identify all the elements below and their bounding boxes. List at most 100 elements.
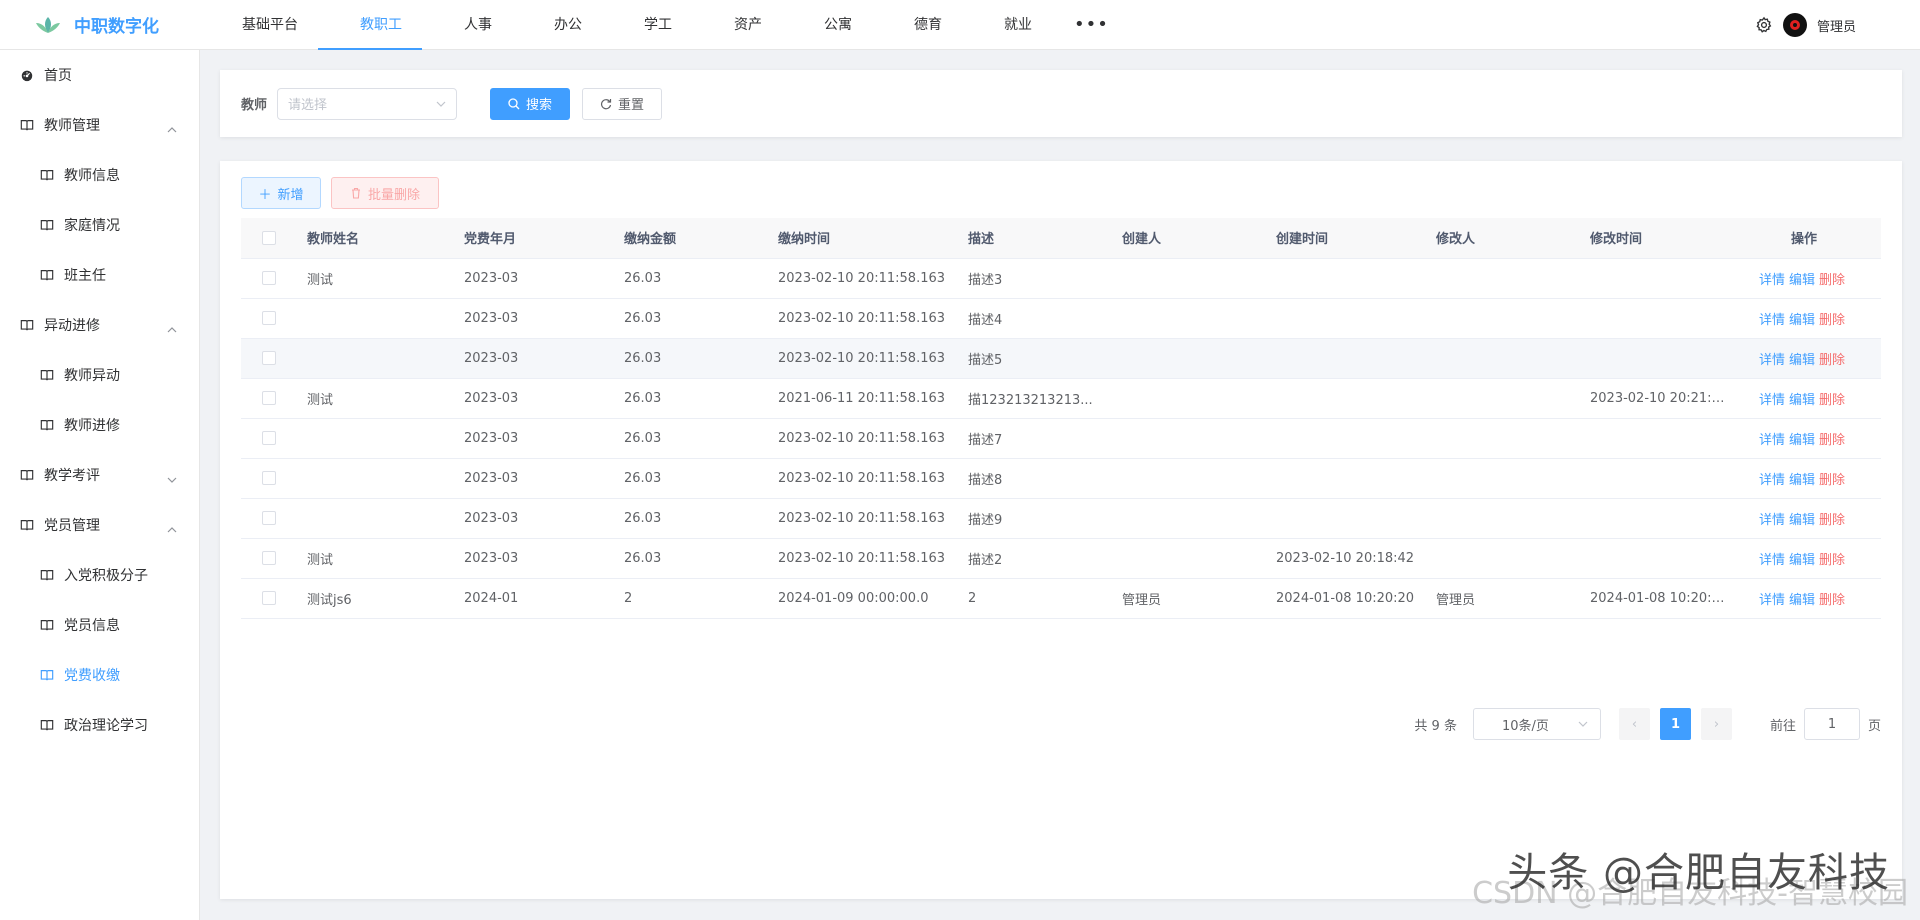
table-row[interactable]: 测试js6 2024-01 2 2024-01-09 00:00:00.0 2 管理员 20…: [241, 578, 1881, 619]
sidebar-group-label: 教学考评: [44, 468, 100, 484]
row-actions: 详情 编辑 删除: [1727, 338, 1881, 379]
table-row[interactable]: 测试 2023-03 26.03 2021-06-11 20:11:58.163 描12…: [241, 378, 1881, 419]
sidebar-item-3-3[interactable]: 政治理论学习: [0, 700, 199, 750]
edit-link[interactable]: 编辑: [1789, 513, 1815, 528]
table-cell: [1426, 458, 1580, 499]
sidebar-item-0-1[interactable]: 家庭情况: [0, 200, 199, 250]
delete-link[interactable]: 删除: [1819, 513, 1845, 528]
edit-link[interactable]: 编辑: [1789, 553, 1815, 568]
delete-link[interactable]: 删除: [1819, 353, 1845, 368]
table-row[interactable]: 2023-03 26.03 2023-02-10 20:11:58.163 描述7 详情…: [241, 418, 1881, 459]
page-size-select[interactable]: 10条/页: [1472, 708, 1601, 740]
topnav-item-3[interactable]: 办公: [512, 0, 602, 50]
topnav-item-0[interactable]: 基础平台: [200, 0, 318, 50]
detail-link[interactable]: 详情: [1759, 593, 1785, 608]
avatar[interactable]: [1782, 13, 1807, 37]
briefcase-icon: [982, 16, 997, 31]
gear-icon[interactable]: [1755, 16, 1773, 34]
detail-link[interactable]: 详情: [1759, 273, 1785, 288]
pagination: 共 9 条 10条/页 ‹ 1 › 前往 1 页: [1414, 708, 1881, 740]
select-all-checkbox[interactable]: [262, 230, 276, 245]
sidebar-item-0-2[interactable]: 班主任: [0, 250, 199, 300]
sidebar-item-1-1[interactable]: 教师进修: [0, 400, 199, 450]
more-icon[interactable]: •••: [1052, 0, 1131, 50]
username[interactable]: 管理员: [1817, 16, 1856, 35]
topnav-item-7[interactable]: 德育: [872, 0, 962, 50]
row-checkbox[interactable]: [262, 391, 276, 405]
book-icon: [40, 220, 54, 231]
sidebar-item-home[interactable]: 首页: [0, 50, 199, 100]
watermark: 头条 @合肥自友科技: [1507, 850, 1890, 896]
sidebar-item-1-0[interactable]: 教师异动: [0, 350, 199, 400]
topnav-item-6[interactable]: 公寓: [782, 0, 872, 50]
table-row[interactable]: 2023-03 26.03 2023-02-10 20:11:58.163 描述4 详情…: [241, 298, 1881, 339]
edit-link[interactable]: 编辑: [1789, 353, 1815, 368]
topnav-item-2[interactable]: 人事: [422, 0, 512, 50]
sidebar-item-3-2[interactable]: 党费收缴: [0, 650, 199, 700]
add-button[interactable]: ＋ 新增: [241, 177, 321, 209]
row-checkbox[interactable]: [262, 551, 276, 565]
table-cell: [1580, 338, 1727, 379]
sidebar-group-2[interactable]: 教学考评: [0, 450, 199, 500]
detail-link[interactable]: 详情: [1759, 513, 1785, 528]
goto-page-input[interactable]: 1: [1803, 708, 1860, 740]
detail-link[interactable]: 详情: [1759, 553, 1785, 568]
table-row[interactable]: 测试 2023-03 26.03 2023-02-10 20:11:58.163 描述2…: [241, 538, 1881, 579]
edit-link[interactable]: 编辑: [1789, 313, 1815, 328]
sidebar-group-1[interactable]: 异动进修: [0, 300, 199, 350]
edit-link[interactable]: 编辑: [1789, 433, 1815, 448]
delete-link[interactable]: 删除: [1819, 433, 1845, 448]
row-checkbox[interactable]: [262, 271, 276, 285]
prev-page-button[interactable]: ‹: [1618, 708, 1650, 740]
search-button[interactable]: 搜索: [490, 87, 571, 120]
row-checkbox[interactable]: [262, 591, 276, 605]
topnav-item-5[interactable]: 资产: [692, 0, 782, 50]
detail-link[interactable]: 详情: [1759, 433, 1785, 448]
table-card: ＋ 新增 批量删除 教师姓名 党费年月 缴纳金额 缴纳时间 描述 创建人 创建时间 修改人 修改…: [220, 161, 1902, 899]
sidebar-group-3[interactable]: 党员管理: [0, 500, 199, 550]
sidebar-item-3-0[interactable]: 入党积极分子: [0, 550, 199, 600]
logo[interactable]: 中职数字化: [0, 0, 200, 50]
topnav-item-4[interactable]: 学工: [602, 0, 692, 50]
table-row[interactable]: 2023-03 26.03 2023-02-10 20:11:58.163 描述8 详情…: [241, 458, 1881, 499]
detail-link[interactable]: 详情: [1759, 313, 1785, 328]
topnav-item-8[interactable]: 就业: [962, 0, 1052, 50]
table-cell: [1112, 298, 1266, 339]
sidebar-item-0-0[interactable]: 教师信息: [0, 150, 199, 200]
table-cell: [297, 338, 454, 379]
topnav-item-1[interactable]: 教职工: [318, 0, 422, 50]
row-checkbox[interactable]: [262, 471, 276, 485]
edit-link[interactable]: 编辑: [1789, 393, 1815, 408]
sidebar-group-0[interactable]: 教师管理: [0, 100, 199, 150]
delete-link[interactable]: 删除: [1819, 553, 1845, 568]
delete-link[interactable]: 删除: [1819, 593, 1845, 608]
next-page-button[interactable]: ›: [1700, 708, 1732, 740]
delete-link[interactable]: 删除: [1819, 273, 1845, 288]
row-checkbox[interactable]: [262, 351, 276, 365]
row-checkbox[interactable]: [262, 511, 276, 525]
table-cell: [1426, 338, 1580, 379]
tree-icon: [712, 16, 727, 31]
detail-link[interactable]: 详情: [1759, 353, 1785, 368]
table-row[interactable]: 测试 2023-03 26.03 2023-02-10 20:11:58.163 描述3…: [241, 258, 1881, 299]
edit-link[interactable]: 编辑: [1789, 273, 1815, 288]
detail-link[interactable]: 详情: [1759, 473, 1785, 488]
table-cell: 2023-02-10 20:11:58.163: [768, 538, 958, 579]
table-row[interactable]: 2023-03 26.03 2023-02-10 20:11:58.163 描述9 详情…: [241, 498, 1881, 539]
delete-link[interactable]: 删除: [1819, 313, 1845, 328]
table-row[interactable]: 2023-03 26.03 2023-02-10 20:11:58.163 描述5 详情…: [241, 338, 1881, 379]
detail-link[interactable]: 详情: [1759, 393, 1785, 408]
reset-button[interactable]: 重置: [582, 87, 663, 120]
delete-link[interactable]: 删除: [1819, 393, 1845, 408]
row-checkbox[interactable]: [262, 311, 276, 325]
sidebar-item-3-1[interactable]: 党员信息: [0, 600, 199, 650]
delete-link[interactable]: 删除: [1819, 473, 1845, 488]
table-cell: 26.03: [614, 538, 768, 579]
table-cell: 26.03: [614, 258, 768, 299]
batch-delete-button[interactable]: 批量删除: [331, 177, 439, 209]
page-number-button[interactable]: 1: [1659, 708, 1691, 740]
teacher-select[interactable]: 请选择: [277, 87, 458, 120]
edit-link[interactable]: 编辑: [1789, 473, 1815, 488]
edit-link[interactable]: 编辑: [1789, 593, 1815, 608]
row-checkbox[interactable]: [262, 431, 276, 445]
